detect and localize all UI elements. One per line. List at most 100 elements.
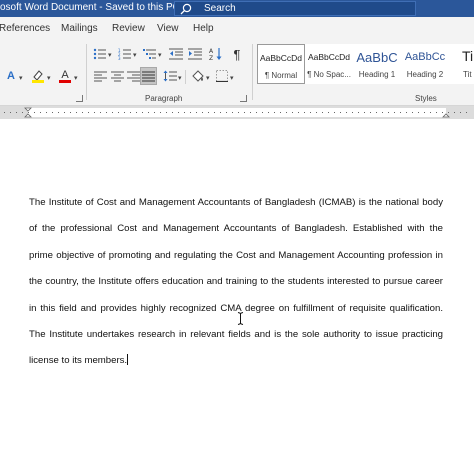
ruler-tick <box>64 112 65 113</box>
tab-view[interactable]: View <box>157 23 179 34</box>
ruler-tick <box>334 112 335 113</box>
justify-icon[interactable] <box>140 67 157 85</box>
group-divider <box>252 44 253 100</box>
style-heading-1-preview: AaBbC <box>356 50 398 65</box>
borders-dropdown-icon[interactable]: ▾ <box>230 74 234 82</box>
style-no-spacing-preview: AaBbCcDd <box>307 52 351 62</box>
text-effects-dropdown-icon[interactable]: ▾ <box>19 74 23 82</box>
style-heading-2-name: Heading 2 <box>406 70 444 79</box>
ruler-tick <box>448 112 449 113</box>
increase-indent-icon[interactable] <box>187 46 203 62</box>
svg-text:3: 3 <box>118 56 121 60</box>
ruler-tick <box>172 112 173 113</box>
ruler-ticks <box>4 107 467 118</box>
ruler-tick <box>298 112 299 113</box>
ruler-tick <box>394 112 395 113</box>
bullets-icon[interactable] <box>92 46 108 62</box>
show-formatting-icon[interactable]: ¶ <box>229 46 245 62</box>
line-spacing-icon[interactable] <box>162 68 178 84</box>
paragraph-group-label: Paragraph <box>145 94 183 103</box>
ruler-tick <box>46 112 47 113</box>
ruler-tick <box>328 112 329 113</box>
ruler-tick <box>340 112 341 113</box>
ruler-tick <box>442 112 443 113</box>
line-spacing-dropdown-icon[interactable]: ▾ <box>178 74 182 82</box>
ruler-tick <box>94 112 95 113</box>
ruler-tick <box>202 112 203 113</box>
text-effects-icon[interactable]: A <box>3 68 19 84</box>
ruler-tick <box>370 112 371 113</box>
ruler-tick <box>418 112 419 113</box>
numbering-icon[interactable]: 123 <box>117 46 133 62</box>
style-heading-2[interactable]: AaBbCc Heading 2 <box>401 44 449 84</box>
style-normal[interactable]: AaBbCcDd ¶ Normal <box>257 44 305 84</box>
ruler-tick <box>196 112 197 113</box>
ruler-tick <box>388 112 389 113</box>
bullets-dropdown-icon[interactable]: ▾ <box>108 51 112 59</box>
center-icon[interactable] <box>109 68 125 84</box>
document-title-text: osoft Word Document - Saved to this PC <box>0 2 180 13</box>
shading-dropdown-icon[interactable]: ▾ <box>206 74 210 82</box>
tab-help[interactable]: Help <box>193 23 214 34</box>
ruler-tick <box>310 112 311 113</box>
ruler-tick <box>238 112 239 113</box>
ruler-tick <box>52 112 53 113</box>
ruler-tick <box>34 112 35 113</box>
hanging-indent-marker[interactable] <box>24 113 32 118</box>
ruler-tick <box>430 112 431 113</box>
ruler-tick <box>220 112 221 113</box>
group-divider <box>185 70 186 84</box>
ruler-tick <box>28 112 29 113</box>
multilevel-list-icon[interactable] <box>142 46 158 62</box>
tab-review[interactable]: Review <box>112 23 145 34</box>
highlight-icon[interactable] <box>30 68 46 84</box>
ruler-tick <box>136 112 137 113</box>
align-left-icon[interactable] <box>92 68 108 84</box>
style-title-preview: Ti <box>462 48 474 64</box>
ruler-tick <box>232 112 233 113</box>
style-no-spacing-name: ¶ No Spac... <box>307 70 351 79</box>
numbering-dropdown-icon[interactable]: ▾ <box>133 51 137 59</box>
ruler-tick <box>112 112 113 113</box>
search-box[interactable]: Search <box>174 1 416 16</box>
first-line-indent-marker[interactable] <box>24 107 32 112</box>
ruler-tick <box>76 112 77 113</box>
ruler-tick <box>292 112 293 113</box>
font-color-icon[interactable]: A <box>57 68 73 84</box>
highlight-dropdown-icon[interactable]: ▾ <box>47 74 51 82</box>
document-page[interactable]: The Institute of Cost and Management Acc… <box>0 119 474 474</box>
borders-icon[interactable] <box>214 68 230 84</box>
horizontal-ruler[interactable] <box>0 106 474 119</box>
style-no-spacing[interactable]: AaBbCcDd ¶ No Spac... <box>305 44 353 84</box>
paragraph-dialog-launcher-icon[interactable] <box>240 95 247 102</box>
font-dialog-launcher-icon[interactable] <box>76 95 83 102</box>
ruler-tick <box>142 112 143 113</box>
shading-icon[interactable] <box>190 68 206 84</box>
ruler-tick <box>130 112 131 113</box>
document-title[interactable]: osoft Word Document - Saved to this PC⌄ <box>0 2 190 13</box>
tab-mailings[interactable]: Mailings <box>61 23 98 34</box>
style-normal-name: ¶ Normal <box>264 71 298 80</box>
ruler-tick <box>262 112 263 113</box>
right-indent-marker[interactable] <box>442 113 450 118</box>
ruler-tick <box>166 112 167 113</box>
style-title-name: Tit <box>463 70 472 79</box>
ruler-tick <box>100 112 101 113</box>
document-paragraph[interactable]: The Institute of Cost and Management Acc… <box>29 190 443 375</box>
style-heading-1-name: Heading 1 <box>358 70 396 79</box>
svg-text:Z: Z <box>209 55 213 61</box>
tab-references[interactable]: References <box>0 23 50 34</box>
search-icon <box>180 3 192 15</box>
ruler-tick <box>208 112 209 113</box>
font-color-dropdown-icon[interactable]: ▾ <box>74 74 78 82</box>
style-title[interactable]: Ti Tit <box>449 44 474 84</box>
search-placeholder: Search <box>204 3 236 14</box>
ruler-tick <box>400 112 401 113</box>
sort-icon[interactable]: AZ <box>208 46 224 62</box>
ruler-tick <box>148 112 149 113</box>
decrease-indent-icon[interactable] <box>168 46 184 62</box>
multilevel-list-dropdown-icon[interactable]: ▾ <box>158 51 162 59</box>
style-heading-1[interactable]: AaBbC Heading 1 <box>353 44 401 84</box>
ruler-tick <box>454 112 455 113</box>
align-right-icon[interactable] <box>125 68 141 84</box>
